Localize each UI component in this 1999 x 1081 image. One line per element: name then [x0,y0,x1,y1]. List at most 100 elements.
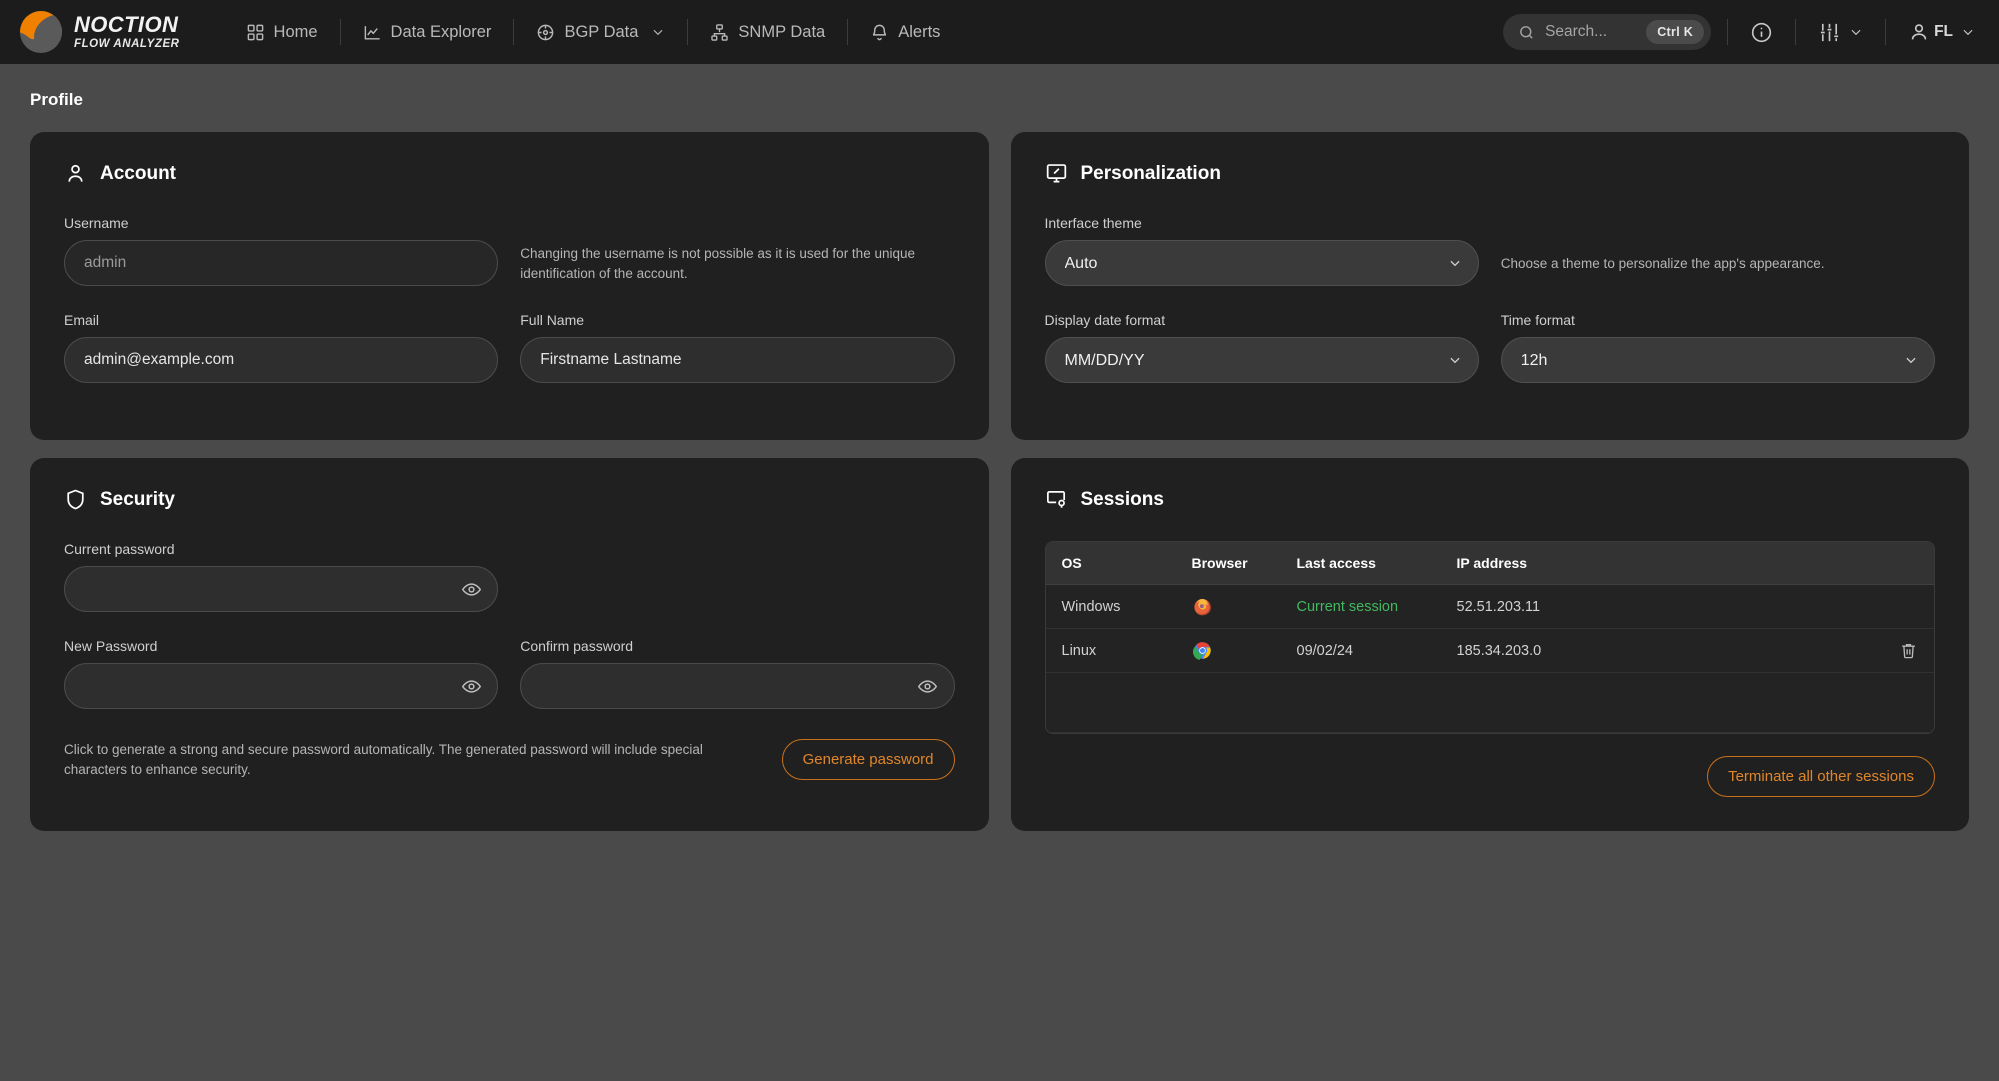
brand-wordmark: NOCTION FLOW ANALYZER [74,11,180,51]
column-header-ip-address: IP address [1440,542,1878,585]
grid-icon [247,24,263,40]
sessions-table: OS Browser Last access IP address Window… [1045,542,1934,733]
date-format-select[interactable]: MM/DD/YY [1044,337,1479,383]
new-password-input[interactable] [64,663,499,709]
nav-item-snmp-data[interactable]: SNMP Data [692,15,843,50]
generate-password-button[interactable]: Generate password [781,739,955,780]
username-field-group: Username [64,215,499,286]
security-card-title: Security [100,488,175,510]
search-placeholder: Search... [1545,23,1608,40]
table-filler-cell [1045,672,1934,733]
nav-divider [687,19,689,45]
nav-item-home[interactable]: Home [228,15,336,50]
security-card: Security Current password New Password C… [30,458,989,831]
noction-logo-icon [20,11,62,53]
nav-item-snmp-data-label: SNMP Data [738,22,826,41]
personalization-card-title: Personalization [1080,162,1221,184]
nav-item-bgp-data[interactable]: BGP Data [518,15,683,50]
nav-item-data-explorer-label: Data Explorer [390,22,492,41]
personalization-card: Personalization Interface theme Auto Cho… [1010,132,1969,440]
network-nodes-icon [711,23,729,41]
nav-item-bgp-data-label: BGP Data [564,22,639,41]
fullname-label: Full Name [520,312,585,328]
session-ip: 185.34.203.0 [1440,628,1878,673]
column-header-last-access: Last access [1280,542,1441,585]
generate-password-row: Click to generate a strong and secure pa… [64,739,955,780]
eye-icon [461,582,481,596]
nav-divider [339,19,341,45]
brand-logo[interactable]: NOCTION FLOW ANALYZER [20,11,206,53]
nav-item-alerts-label: Alerts [898,22,941,41]
eye-icon [917,679,938,693]
sessions-table-body: Windows Current session 52.51.203.11 Lin… [1045,584,1934,733]
theme-hint: Choose a theme to personalize the app's … [1500,255,1825,271]
sessions-card-header: Sessions [1045,488,1936,511]
time-format-select[interactable]: 12h [1500,337,1935,383]
info-icon [1751,22,1772,42]
terminate-all-sessions-button[interactable]: Terminate all other sessions [1707,756,1935,797]
fullname-field-group: Full Name [520,312,955,383]
bell-icon [873,24,887,40]
sessions-card: Sessions OS Browser Last access IP addre… [1010,458,1969,831]
user-menu-button[interactable]: FL [1902,15,1981,49]
session-actions [1878,628,1934,673]
search-shortcut-badge: Ctrl K [1646,20,1705,44]
session-os: Linux [1045,628,1176,673]
topright-divider [1885,19,1887,45]
firefox-icon [1193,599,1211,616]
confirm-password-input[interactable] [520,663,955,709]
fullname-input[interactable] [520,337,955,383]
confirm-password-label: Confirm password [520,638,634,654]
brand-subtitle: FLOW ANALYZER [74,37,180,50]
current-password-label: Current password [64,541,175,557]
session-last-access: Current session [1280,584,1441,629]
new-password-label: New Password [64,638,158,654]
new-password-field-group: New Password [64,638,499,709]
main-nav: Home Data Explorer BGP Data SNMP Data Al… [228,15,959,50]
page-title: Profile [30,90,83,109]
current-password-input[interactable] [64,566,499,612]
session-actions [1878,584,1934,629]
chevron-down-icon [1851,29,1861,36]
email-field-group: Email [64,312,499,383]
column-header-actions [1878,542,1934,585]
search-icon [1520,25,1533,39]
email-input[interactable] [64,337,499,383]
settings-sliders-button[interactable] [1812,15,1869,50]
session-ip: 52.51.203.11 [1440,584,1878,629]
nav-item-data-explorer[interactable]: Data Explorer [345,15,510,50]
account-fields: Username Changing the username is not po… [64,215,955,383]
session-browser [1175,584,1281,629]
chart-line-icon [364,25,380,40]
sessions-table-head: OS Browser Last access IP address [1045,542,1934,585]
column-header-browser: Browser [1175,542,1281,585]
username-input[interactable] [64,240,499,286]
time-format-field-group: Time format 12h [1500,312,1935,383]
toggle-confirm-password-visibility[interactable] [917,675,939,697]
theme-select[interactable]: Auto [1044,240,1479,286]
top-right-actions: Search... Ctrl K FL [1503,0,1981,64]
brand-name: NOCTION [74,11,179,37]
security-card-header: Security [64,488,955,511]
info-button[interactable] [1744,15,1779,50]
table-header-row: OS Browser Last access IP address [1045,542,1934,585]
session-os: Windows [1045,584,1176,629]
account-card: Account Username Changing the username i… [30,132,989,440]
nav-item-alerts[interactable]: Alerts [852,15,958,50]
personalization-fields: Interface theme Auto Choose a theme to p… [1044,215,1935,383]
date-format-field-group: Display date format MM/DD/YY [1044,312,1479,383]
toggle-current-password-visibility[interactable] [460,578,482,600]
chrome-icon [1192,642,1211,660]
toggle-new-password-visibility[interactable] [460,675,482,697]
user-icon [1911,24,1927,40]
delete-session-button[interactable] [1899,641,1918,660]
sliders-icon [1820,23,1839,41]
time-format-label: Time format [1500,312,1575,328]
email-label: Email [64,312,100,328]
trash-icon [1902,643,1915,659]
sessions-table-wrapper: OS Browser Last access IP address Window… [1044,541,1935,734]
global-search[interactable]: Search... Ctrl K [1503,14,1712,50]
user-icon [68,164,83,182]
account-card-header: Account [64,162,955,185]
column-header-os: OS [1045,542,1176,585]
